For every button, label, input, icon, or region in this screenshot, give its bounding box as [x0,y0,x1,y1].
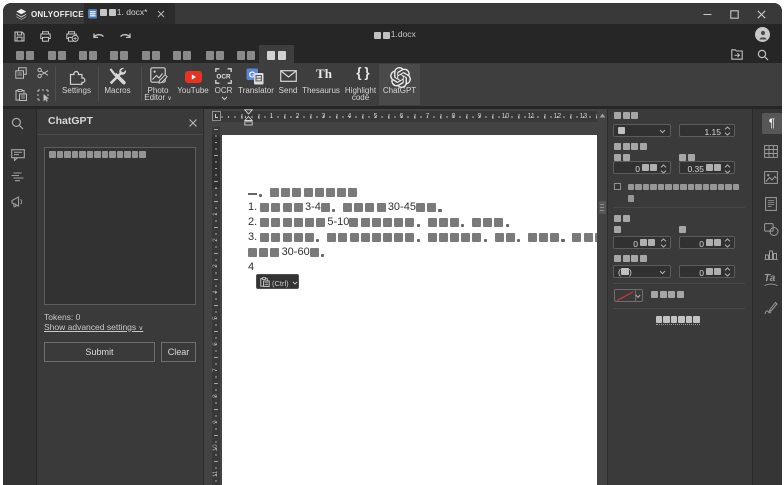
svg-text:OCR: OCR [216,74,231,81]
